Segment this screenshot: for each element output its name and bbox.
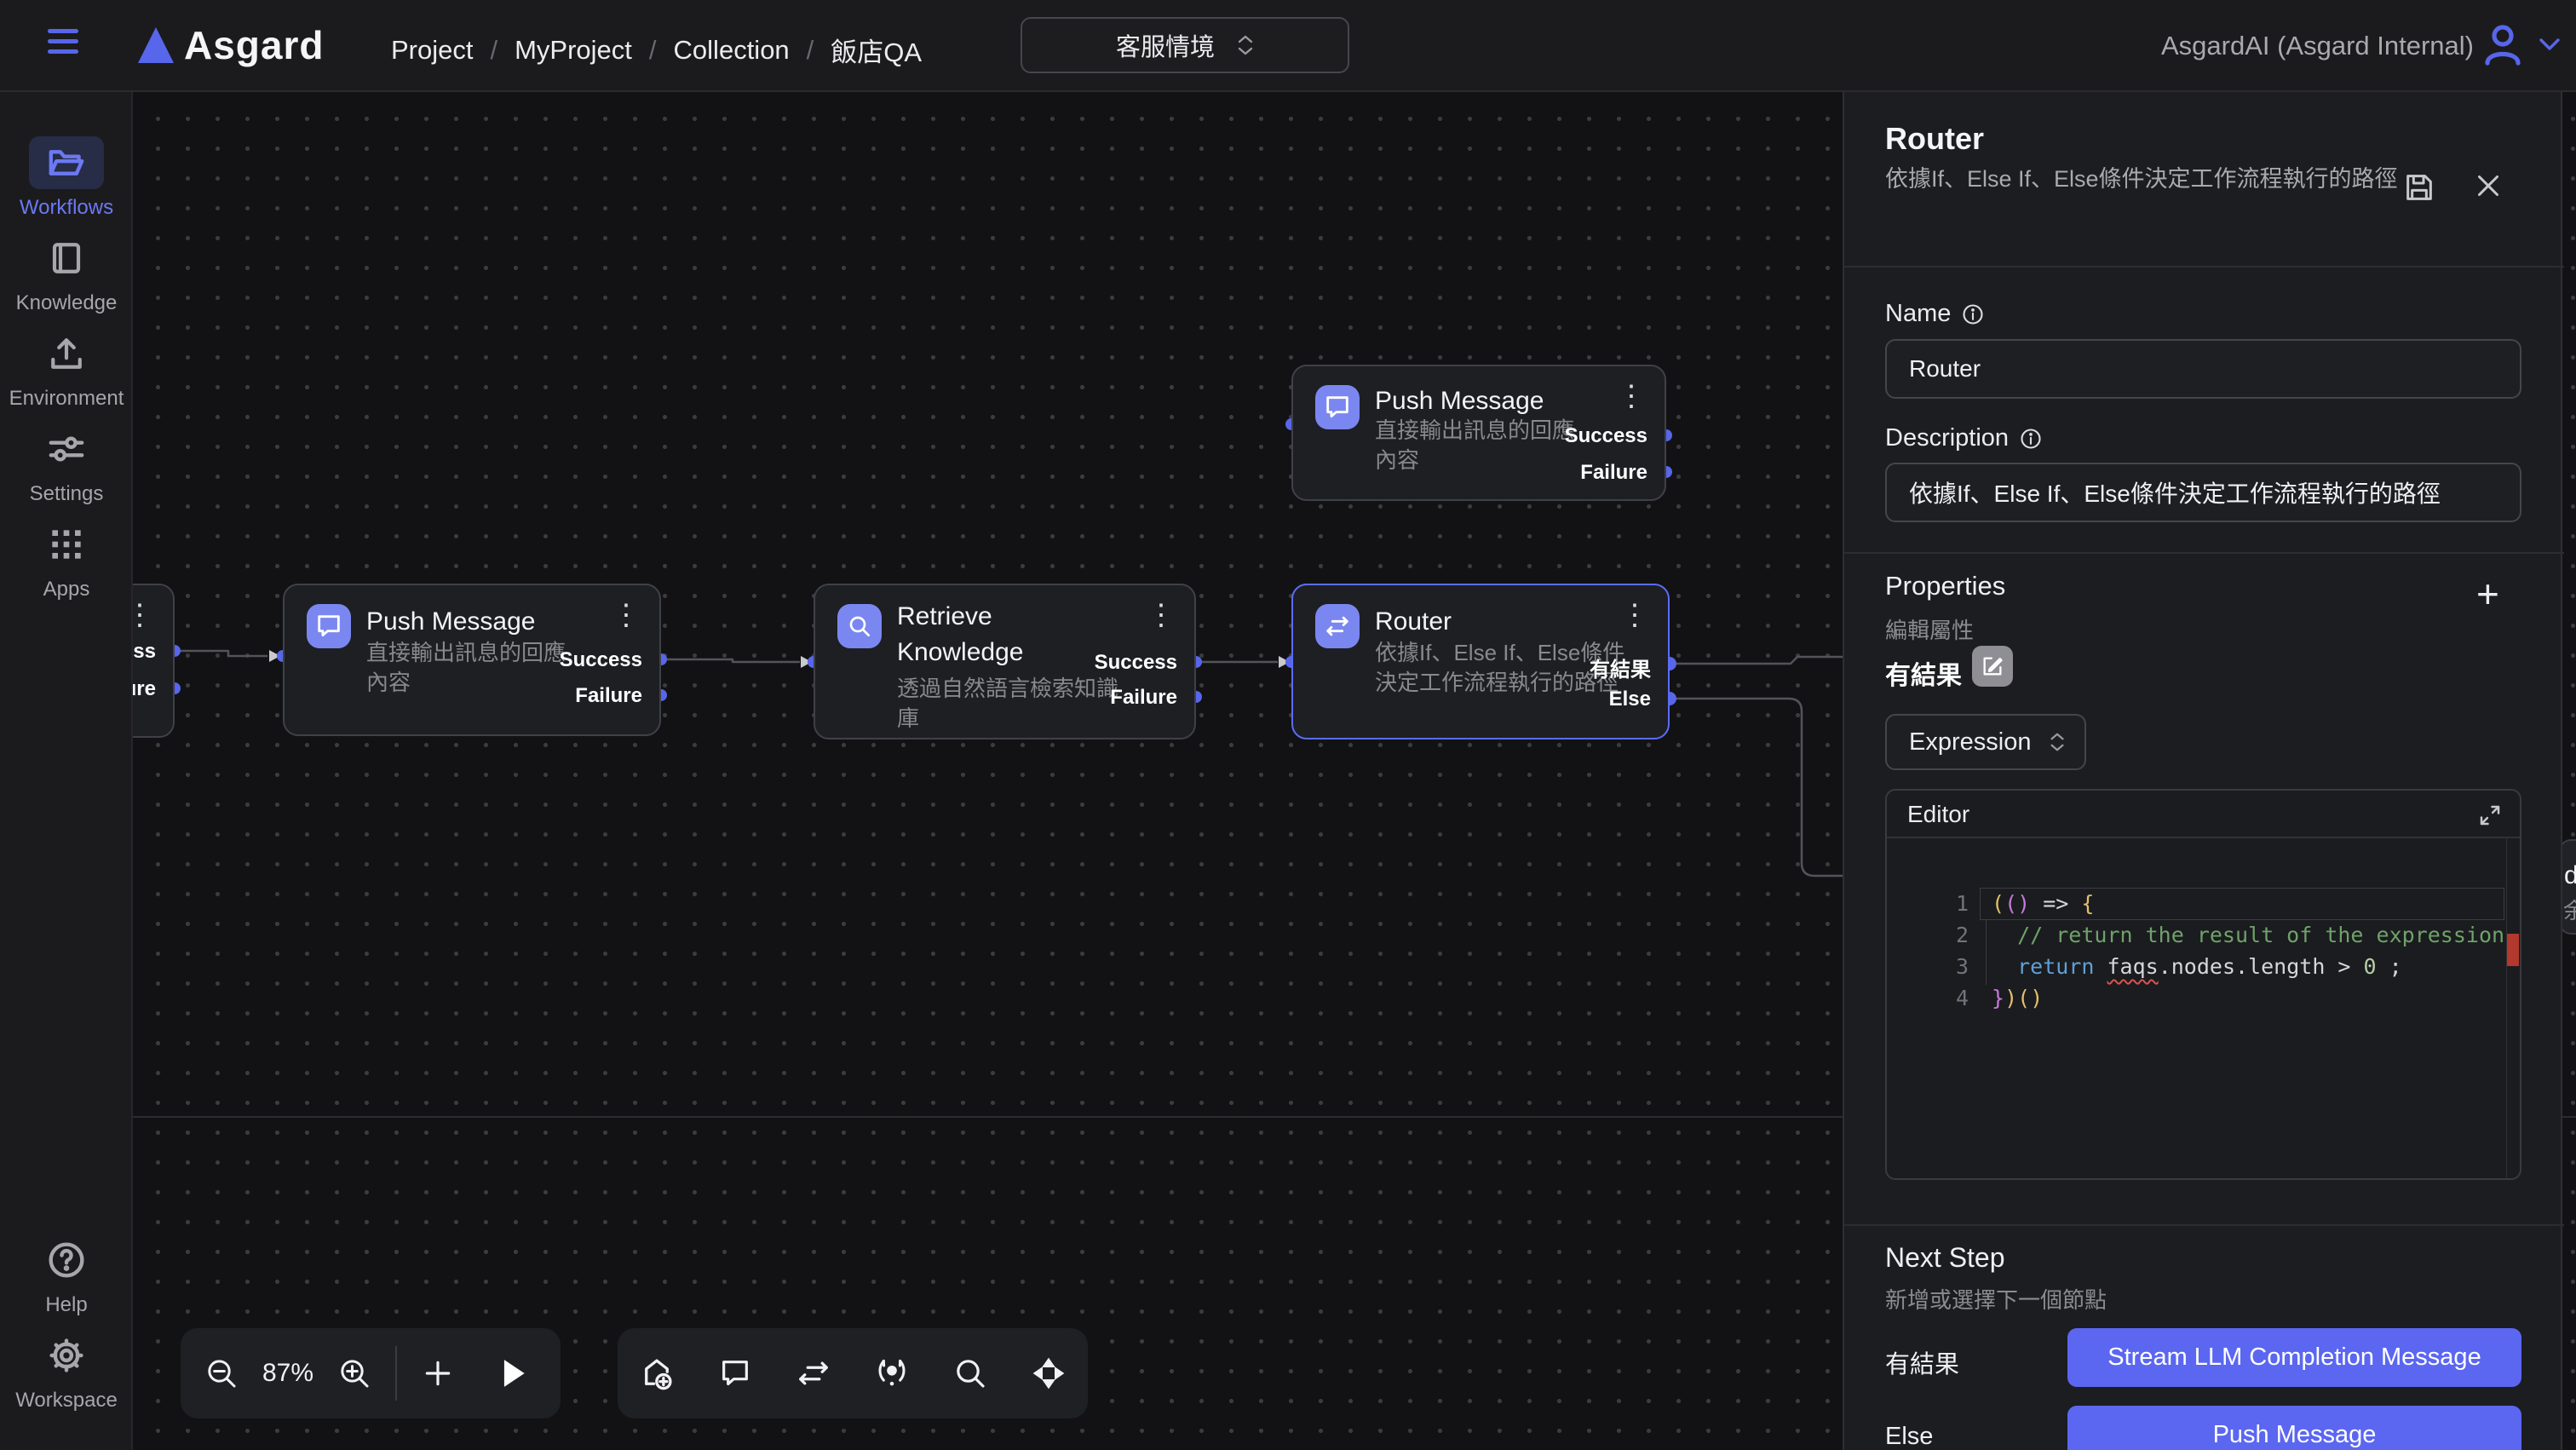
code-line: 2 // return the result of the expression xyxy=(1887,919,2508,951)
next-step-button-push-message[interactable]: Push Message xyxy=(2067,1406,2521,1450)
hamburger-menu-icon[interactable] xyxy=(48,29,82,63)
message-bubble-icon xyxy=(1315,385,1360,429)
name-input[interactable]: Router xyxy=(1885,339,2521,399)
node-menu-icon[interactable]: ⋮ xyxy=(1617,382,1646,411)
expression-editor: Editor 1(() => {2 // return the result o… xyxy=(1885,789,2521,1180)
pan-diamond-icon[interactable] xyxy=(1009,1355,1088,1391)
edit-property-button[interactable] xyxy=(1972,646,2013,687)
properties-title: Properties xyxy=(1885,571,2005,601)
code-area[interactable]: 1(() => {2 // return the result of the e… xyxy=(1887,838,2520,1180)
sidebar-item-workflows[interactable]: Workflows xyxy=(0,136,133,220)
panel-subtitle: 依據If、Else If、Else條件決定工作流程執行的路徑 xyxy=(1885,162,2430,196)
left-sidebar: Workflows Knowledge Environment Settings xyxy=(0,92,133,1450)
close-icon[interactable] xyxy=(2473,170,2504,201)
apps-grid-icon xyxy=(49,528,83,561)
environment-selector[interactable]: 客服情境 xyxy=(1021,17,1349,73)
user-avatar-icon[interactable] xyxy=(2482,22,2523,66)
node-partial-left[interactable]: ⋮ Success Failure xyxy=(133,584,175,738)
node-push-message-mid[interactable]: Push Message ⋮ 直接輸出訊息的回應內容 Success Failu… xyxy=(283,584,661,736)
name-label: Name xyxy=(1885,300,1985,328)
info-icon xyxy=(2019,427,2043,451)
code-line: 3 return faqs.nodes.length > 0 ; xyxy=(1887,951,2508,982)
node-menu-icon[interactable]: ⋮ xyxy=(133,601,154,630)
code-line: 1(() => { xyxy=(1887,888,2508,919)
description-label: Description xyxy=(1885,424,2043,452)
property-type-select[interactable]: Expression xyxy=(1885,714,2086,770)
swap-arrows-icon[interactable] xyxy=(774,1359,853,1388)
sidebar-item-workspace[interactable]: Workspace xyxy=(0,1329,133,1413)
brand-name: Asgard xyxy=(184,22,324,68)
account-chevron-down-icon[interactable] xyxy=(2537,36,2562,53)
workflows-folder-icon xyxy=(48,146,85,180)
search-icon[interactable] xyxy=(931,1356,1009,1390)
router-arrows-icon xyxy=(1315,604,1360,648)
save-icon[interactable] xyxy=(2402,170,2436,204)
code-line: 4})() xyxy=(1887,982,2508,1014)
node-menu-icon[interactable]: ⋮ xyxy=(1620,601,1649,630)
environment-upload-icon xyxy=(49,337,84,371)
chevron-updown-icon xyxy=(2049,732,2066,752)
zoom-in-button[interactable] xyxy=(313,1356,395,1390)
breadcrumb-project[interactable]: Project xyxy=(391,35,473,66)
breadcrumb-workflow[interactable]: 飯店QA xyxy=(831,31,922,69)
next-step-subtitle: 新增或選擇下一個節點 xyxy=(1885,1283,2107,1315)
panel-title: Router xyxy=(1885,121,1984,157)
chevron-updown-icon xyxy=(1237,34,1254,56)
error-marker xyxy=(2507,934,2519,966)
search-knowledge-icon xyxy=(837,604,882,648)
next-step-button-stream-llm[interactable]: Stream LLM Completion Message xyxy=(2067,1328,2521,1387)
message-bubble-icon xyxy=(307,604,351,648)
add-button[interactable] xyxy=(397,1357,479,1390)
breadcrumb-myproject[interactable]: MyProject xyxy=(515,35,632,66)
workflow-editor-app: Asgard Project / MyProject / Collection … xyxy=(0,0,2576,1450)
description-input[interactable]: 依據If、Else If、Else條件決定工作流程執行的路徑 xyxy=(1885,463,2521,522)
sidebar-item-knowledge[interactable]: Knowledge xyxy=(0,232,133,315)
editor-title: Editor xyxy=(1907,801,1969,828)
properties-subtitle: 編輯屬性 xyxy=(1885,613,1974,645)
sidebar-item-apps[interactable]: Apps xyxy=(0,518,133,601)
property-name: 有結果 xyxy=(1885,654,1962,692)
canvas-zoom-toolbar: 87% xyxy=(181,1328,561,1418)
node-router[interactable]: Router ⋮ 依據If、Else If、Else條件決定工作流程執行的路徑 … xyxy=(1291,584,1670,739)
zoom-level: 87% xyxy=(262,1359,313,1388)
sidebar-item-settings[interactable]: Settings xyxy=(0,423,133,506)
info-icon xyxy=(1961,302,1985,326)
workspace-gear-icon xyxy=(48,1337,85,1374)
editor-overview-ruler xyxy=(2506,838,2520,1180)
canvas-tools-toolbar xyxy=(618,1328,1088,1418)
zoom-out-button[interactable] xyxy=(181,1356,262,1390)
breadcrumb-collection[interactable]: Collection xyxy=(674,35,790,66)
knowledge-book-icon xyxy=(49,241,84,275)
run-workflow-button[interactable] xyxy=(479,1357,549,1390)
expand-editor-icon[interactable] xyxy=(2477,803,2503,828)
help-icon xyxy=(48,1241,85,1279)
next-step-row-label: Else xyxy=(1885,1423,1933,1450)
settings-sliders-icon xyxy=(48,432,85,466)
node-inspector-panel: Router 依據If、Else If、Else條件決定工作流程執行的路徑 Na… xyxy=(1843,92,2562,1450)
sidebar-item-help[interactable]: Help xyxy=(0,1234,133,1317)
top-header: Asgard Project / MyProject / Collection … xyxy=(0,0,2576,92)
add-property-button[interactable]: + xyxy=(2476,574,2499,613)
next-step-row-label: 有結果 xyxy=(1885,1344,1959,1380)
node-push-message-top[interactable]: Push Message ⋮ 直接輸出訊息的回應內容 Success Failu… xyxy=(1291,365,1666,501)
node-menu-icon[interactable]: ⋮ xyxy=(1147,601,1176,630)
add-trigger-icon[interactable] xyxy=(618,1355,696,1391)
edit-pencil-icon xyxy=(1981,654,2004,678)
next-step-title: Next Step xyxy=(1885,1242,2005,1274)
locate-icon[interactable] xyxy=(853,1355,931,1391)
sidebar-item-environment[interactable]: Environment xyxy=(0,327,133,411)
node-menu-icon[interactable]: ⋮ xyxy=(612,601,641,630)
account-name: AsgardAI (Asgard Internal) xyxy=(2161,31,2474,61)
breadcrumb: Project / MyProject / Collection / 飯店QA xyxy=(391,31,922,69)
comment-icon[interactable] xyxy=(696,1356,774,1390)
node-retrieve-knowledge[interactable]: Retrieve Knowledge ⋮ 透過自然語言檢索知識庫 Success… xyxy=(814,584,1196,739)
asgard-logo-icon xyxy=(138,27,174,63)
